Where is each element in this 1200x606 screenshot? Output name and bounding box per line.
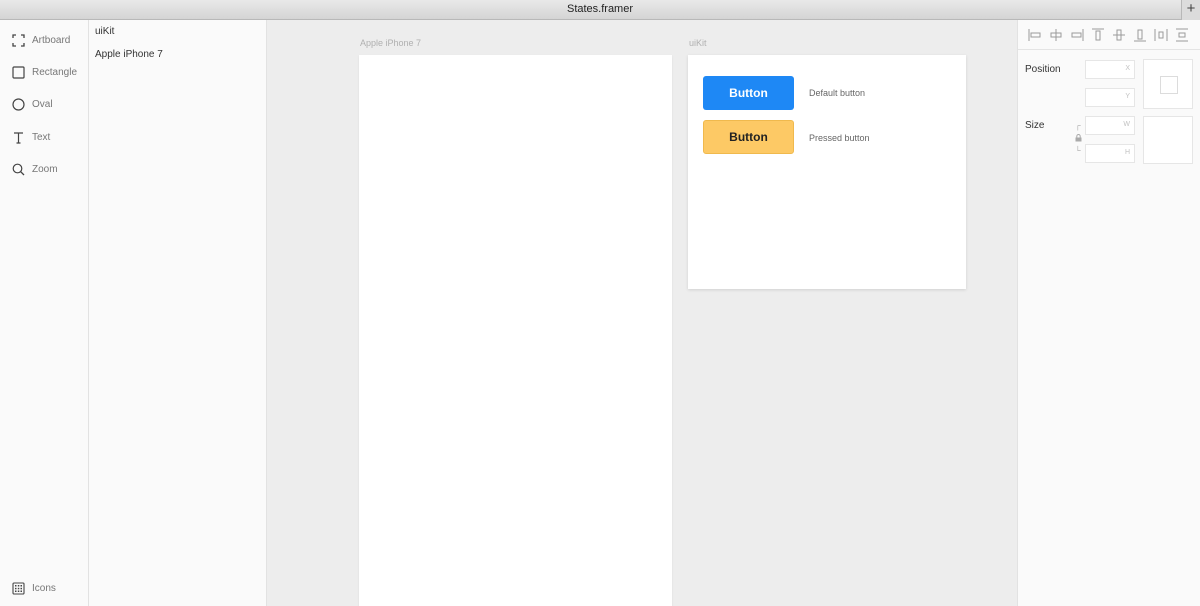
distribute-horizontal-icon[interactable] [1153, 27, 1169, 43]
x-suffix: X [1125, 65, 1130, 72]
inspector-panel: Position X Y Size ┌ └ W H [1017, 20, 1200, 606]
bracket-top-icon: ┌ [1075, 121, 1081, 130]
h-suffix: H [1124, 149, 1130, 156]
align-middle-vertical-icon[interactable] [1111, 27, 1127, 43]
tool-oval[interactable]: Oval [11, 96, 53, 112]
tool-label: Zoom [32, 163, 58, 175]
window-title: States.framer [566, 3, 634, 15]
align-bottom-icon[interactable] [1132, 27, 1148, 43]
origin-picker[interactable] [1143, 59, 1193, 109]
canvas[interactable]: Apple iPhone 7 uiKit Button Default butt… [267, 20, 1017, 606]
layer-item-uikit[interactable]: uiKit [95, 26, 114, 37]
icons-grid-icon [11, 581, 25, 595]
artboard-uikit[interactable]: Button Default button Button Pressed but… [688, 55, 966, 289]
oval-icon [11, 97, 25, 111]
tool-label: Oval [32, 98, 53, 110]
artboard-apple-iphone-7[interactable] [359, 55, 672, 606]
pressed-button[interactable]: Button [703, 120, 794, 154]
default-button-caption: Default button [809, 88, 866, 98]
bracket-bottom-icon: └ [1075, 146, 1081, 155]
distribute-vertical-icon[interactable] [1174, 27, 1190, 43]
new-tab-button[interactable]: + [1181, 0, 1200, 20]
tool-text[interactable]: Text [11, 129, 50, 145]
align-top-icon[interactable] [1090, 27, 1106, 43]
artboard-label-uikit[interactable]: uiKit [689, 38, 707, 48]
size-preview-box[interactable] [1143, 116, 1193, 164]
size-width-field[interactable]: W [1085, 116, 1135, 135]
tool-label: Icons [32, 582, 56, 594]
tool-label: Text [32, 131, 51, 143]
y-suffix: Y [1125, 93, 1130, 100]
size-height-field[interactable]: H [1085, 144, 1135, 163]
tool-zoom[interactable]: Zoom [11, 161, 58, 177]
w-suffix: W [1123, 121, 1130, 128]
tool-artboard[interactable]: Artboard [11, 32, 70, 48]
align-center-horizontal-icon[interactable] [1048, 27, 1064, 43]
align-right-icon[interactable] [1069, 27, 1085, 43]
lock-icon[interactable] [1075, 134, 1082, 144]
position-x-field[interactable]: X [1085, 60, 1135, 79]
align-toolbar [1018, 20, 1200, 50]
tool-label: Artboard [32, 34, 71, 46]
size-label: Size [1025, 120, 1045, 131]
text-icon [11, 130, 25, 144]
origin-picker-frame [1160, 76, 1178, 94]
pressed-button-caption: Pressed button [809, 133, 870, 143]
tool-icons[interactable]: Icons [11, 580, 56, 596]
zoom-icon [11, 162, 25, 176]
layer-item-apple-iphone-7[interactable]: Apple iPhone 7 [95, 49, 163, 60]
artboard-icon [11, 33, 25, 47]
position-y-field[interactable]: Y [1085, 88, 1135, 107]
artboard-label-phone[interactable]: Apple iPhone 7 [360, 38, 421, 48]
rectangle-icon [11, 65, 25, 79]
align-left-icon[interactable] [1027, 27, 1043, 43]
tool-rectangle[interactable]: Rectangle [11, 64, 77, 80]
position-label: Position [1025, 64, 1061, 75]
title-bar: States.framer + [0, 0, 1200, 20]
default-button[interactable]: Button [703, 76, 794, 110]
layers-panel: uiKit Apple iPhone 7 [89, 20, 267, 606]
tool-label: Rectangle [32, 66, 78, 78]
tools-sidebar: Artboard Rectangle Oval Text Zoom Icons [0, 20, 89, 606]
